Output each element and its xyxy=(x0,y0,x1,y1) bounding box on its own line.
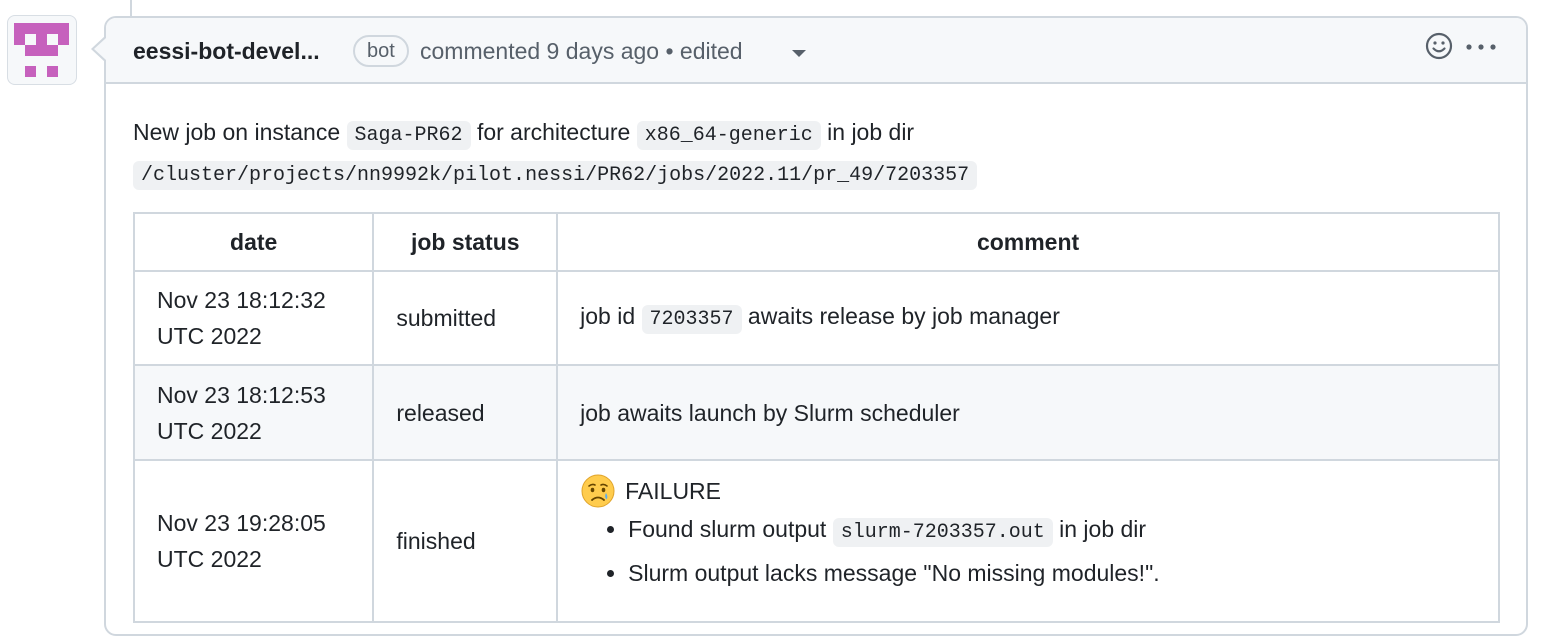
date-text: UTC 2022 xyxy=(157,323,262,349)
failure-text: FAILURE xyxy=(625,478,722,504)
column-header-status: job status xyxy=(372,212,559,272)
date-text: Nov 23 18:12:32 xyxy=(157,287,326,313)
job-dir-code: /cluster/projects/nn9992k/pilot.nessi/PR… xyxy=(133,161,978,190)
comment-timestamp[interactable]: commented 9 days ago • edited xyxy=(420,38,743,65)
comment-pointer-fill xyxy=(94,38,106,60)
date-cell: Nov 23 18:12:53 UTC 2022 xyxy=(132,364,375,461)
list-text: in job dir xyxy=(1059,516,1147,542)
kebab-horizontal-icon[interactable] xyxy=(1464,42,1498,52)
intro-paragraph: New job on instance Saga-PR62 for archit… xyxy=(133,114,1513,194)
table-row: Nov 23 18:12:53 UTC 2022 released job aw… xyxy=(132,364,1500,461)
list-item: Slurm output lacks message "No missing m… xyxy=(628,553,1476,594)
architecture-code: x86_64-generic xyxy=(636,121,821,150)
comment-cell: job awaits launch by Slurm scheduler xyxy=(556,364,1500,461)
smiley-icon[interactable] xyxy=(1424,31,1454,61)
intro-text: New job on instance xyxy=(133,119,341,145)
comment-cell: FAILURE Found slurm output slurm-7203357… xyxy=(556,459,1500,623)
instance-code: Saga-PR62 xyxy=(346,121,471,150)
identicon-icon xyxy=(14,23,69,77)
job-status-table: date job status comment Nov 23 18:12:32 … xyxy=(132,212,1500,623)
status-cell: finished xyxy=(372,459,559,623)
table-row: Nov 23 18:12:32 UTC 2022 submitted job i… xyxy=(132,270,1500,366)
crying-face-icon xyxy=(581,474,615,508)
failure-line: FAILURE xyxy=(580,473,1476,509)
list-text: Found slurm output xyxy=(628,516,827,542)
date-text: UTC 2022 xyxy=(157,417,262,444)
column-header-date: date xyxy=(132,212,375,272)
date-cell: Nov 23 18:12:32 UTC 2022 xyxy=(132,270,375,366)
avatar[interactable] xyxy=(7,15,77,85)
slurm-output-code: slurm-7203357.out xyxy=(832,518,1053,547)
comment-text: awaits release by job manager xyxy=(747,303,1060,329)
bot-badge: bot xyxy=(353,35,409,67)
comment-header: eessi-bot-devel... bot commented 9 days … xyxy=(106,18,1526,84)
status-cell: submitted xyxy=(372,270,559,366)
author-link[interactable]: eessi-bot-devel... xyxy=(133,38,320,65)
status-cell: released xyxy=(372,364,559,461)
intro-text: for architecture xyxy=(476,119,631,145)
comment-card: eessi-bot-devel... bot commented 9 days … xyxy=(104,16,1528,636)
table-row: Nov 23 19:28:05 UTC 2022 finished FAILUR… xyxy=(132,459,1500,623)
comment-cell: job id 7203357 awaits release by job man… xyxy=(556,270,1500,366)
list-item: Found slurm output slurm-7203357.out in … xyxy=(628,509,1476,553)
failure-details-list: Found slurm output slurm-7203357.out in … xyxy=(580,509,1476,594)
intro-text: in job dir xyxy=(827,119,915,145)
job-id-code: 7203357 xyxy=(641,305,742,334)
date-text: UTC 2022 xyxy=(157,546,262,572)
date-text: Nov 23 18:12:53 xyxy=(157,381,326,408)
column-header-comment: comment xyxy=(556,212,1500,272)
triangle-down-icon[interactable] xyxy=(792,50,806,57)
comment-text: job id xyxy=(580,303,636,329)
date-cell: Nov 23 19:28:05 UTC 2022 xyxy=(132,459,375,623)
date-text: Nov 23 19:28:05 xyxy=(157,510,326,536)
timeline-line xyxy=(130,0,132,16)
